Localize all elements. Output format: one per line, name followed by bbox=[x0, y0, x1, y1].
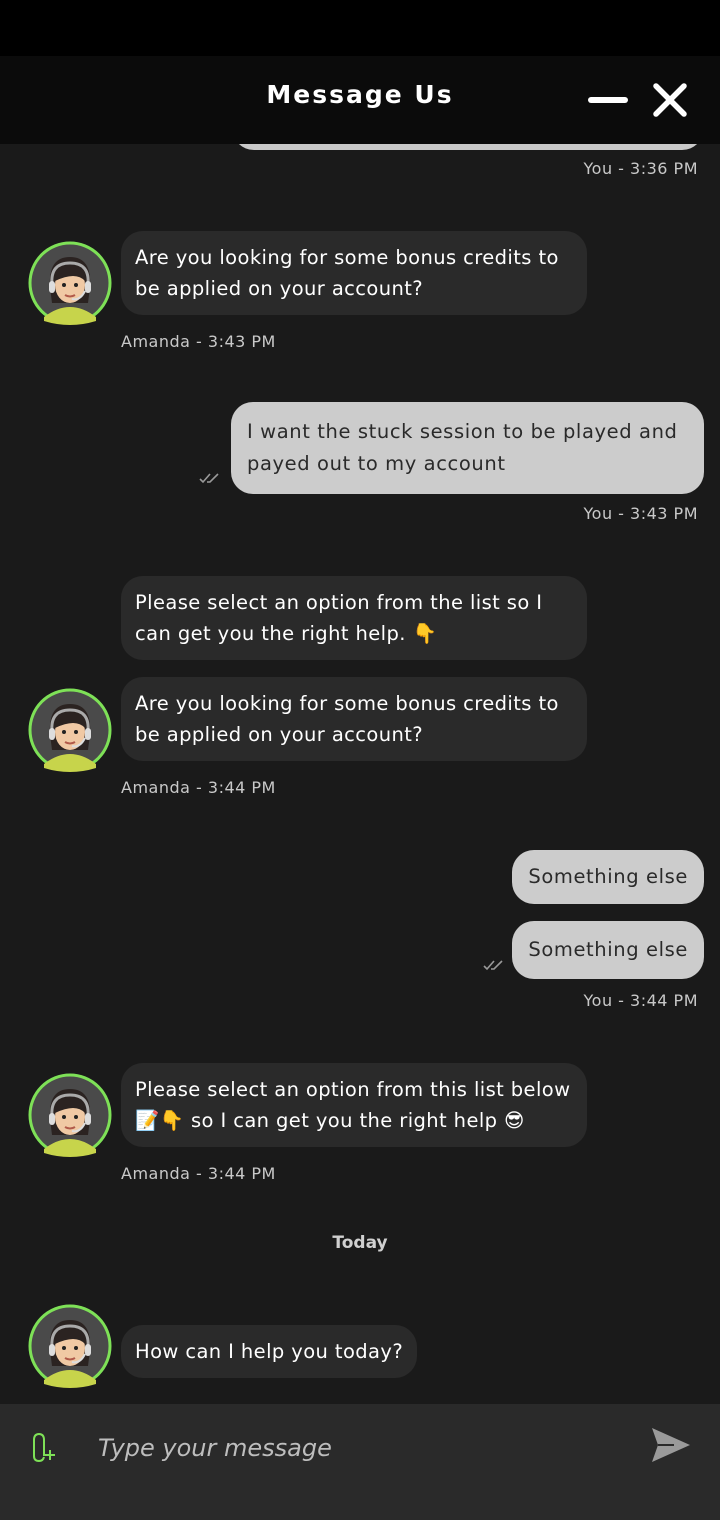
minimize-icon[interactable] bbox=[588, 97, 628, 103]
status-bar bbox=[0, 0, 720, 56]
close-icon[interactable] bbox=[650, 80, 690, 120]
read-receipt-icon bbox=[482, 957, 506, 971]
message-input[interactable] bbox=[98, 1424, 618, 1472]
read-receipt-icon bbox=[198, 470, 222, 484]
message-meta: Amanda - 3:43 PM bbox=[121, 332, 276, 351]
date-divider: Today bbox=[332, 1233, 388, 1253]
page-title: Message Us bbox=[266, 80, 454, 109]
message-meta: Amanda - 3:44 PM bbox=[121, 1164, 276, 1183]
message-meta: You - 3:36 PM bbox=[583, 159, 698, 178]
message-list[interactable]: You - 3:36 PM Are you looking for some b… bbox=[0, 144, 720, 1404]
message-bubble-agent: How can I help you today? bbox=[121, 1325, 418, 1378]
message-bubble-user: Something else bbox=[512, 850, 704, 904]
message-bubble-user: I want the stuck session to be played an… bbox=[231, 402, 704, 494]
message-bubble-agent: Please select an option from the list so… bbox=[121, 576, 587, 660]
agent-avatar bbox=[28, 688, 112, 772]
agent-avatar bbox=[28, 1073, 112, 1157]
send-icon[interactable] bbox=[650, 1426, 692, 1464]
attachment-icon[interactable] bbox=[30, 1430, 58, 1464]
message-bubble-agent: Please select an option from this list b… bbox=[121, 1063, 587, 1147]
message-meta: You - 3:43 PM bbox=[583, 504, 698, 523]
message-bubble-user bbox=[232, 144, 704, 150]
message-bubble-agent: Are you looking for some bonus credits t… bbox=[121, 677, 587, 761]
message-composer bbox=[0, 1404, 720, 1520]
agent-avatar bbox=[28, 241, 112, 325]
message-meta: Amanda - 3:44 PM bbox=[121, 778, 276, 797]
agent-avatar bbox=[28, 1304, 112, 1388]
message-bubble-user: Something else bbox=[512, 921, 704, 979]
message-bubble-agent: Are you looking for some bonus credits t… bbox=[121, 231, 587, 315]
message-meta: You - 3:44 PM bbox=[583, 991, 698, 1010]
